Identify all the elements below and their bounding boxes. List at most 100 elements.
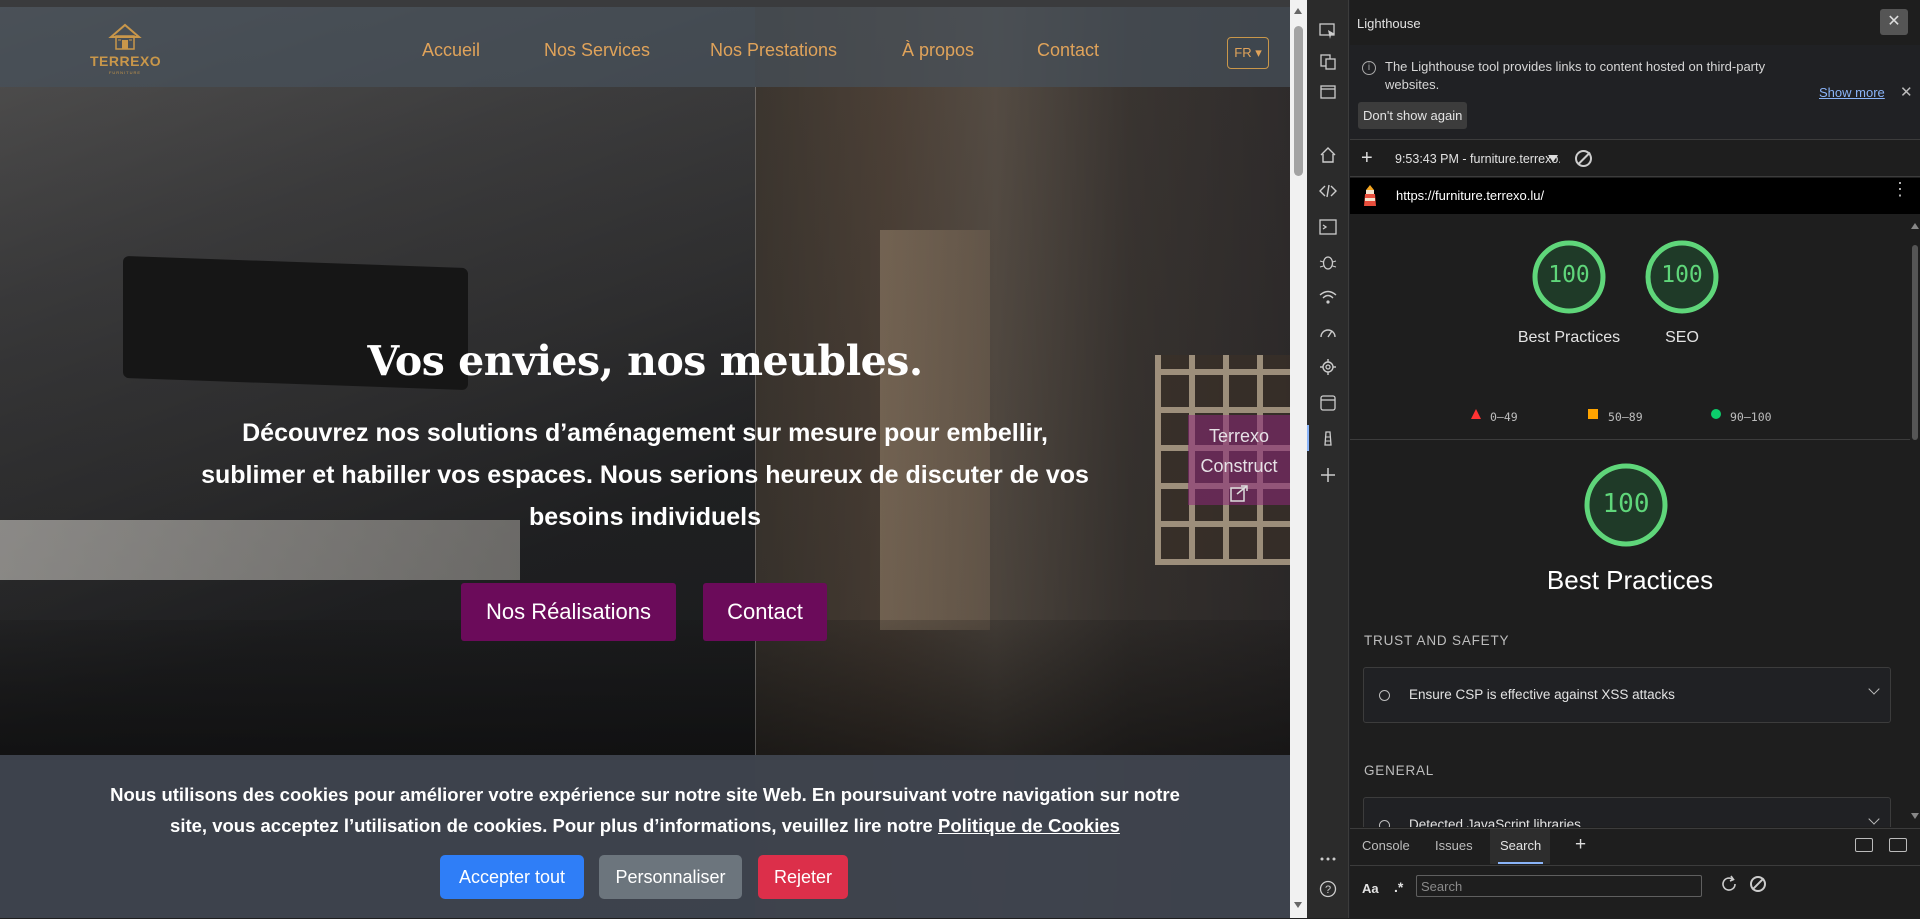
close-panel-button[interactable]: ✕ xyxy=(1880,9,1908,35)
clear-reports-icon[interactable] xyxy=(1575,150,1592,167)
customize-button[interactable]: Personnaliser xyxy=(599,855,742,899)
tag-line-2: Construct xyxy=(1200,456,1278,476)
nav-a-propos[interactable]: À propos xyxy=(902,40,974,61)
hero-floor xyxy=(0,620,1290,760)
report-url[interactable]: https://furniture.terrexo.lu/ xyxy=(1396,188,1544,203)
group-general: GENERAL xyxy=(1364,763,1435,778)
pass-circle-icon xyxy=(1711,409,1721,419)
accept-all-button[interactable]: Accepter tout xyxy=(440,855,584,899)
dock-drawer-icon[interactable] xyxy=(1855,838,1873,852)
score-value-seo: 100 xyxy=(1661,262,1703,288)
realisations-button[interactable]: Nos Réalisations xyxy=(461,583,676,641)
logo[interactable]: TERREXO FURNITURE xyxy=(90,21,162,75)
regex-icon[interactable]: .* xyxy=(1394,879,1403,895)
new-report-icon[interactable]: + xyxy=(1361,147,1373,170)
audit-csp[interactable]: Ensure CSP is effective against XSS atta… xyxy=(1363,667,1891,723)
application-icon[interactable] xyxy=(1319,394,1337,412)
lighthouse-icon[interactable] xyxy=(1319,429,1337,447)
report-select[interactable]: 9:53:43 PM - furniture.terrexo.lu xyxy=(1388,147,1560,171)
nav-prestations[interactable]: Nos Prestations xyxy=(710,40,837,61)
report-toolbar: + 9:53:43 PM - furniture.terrexo.lu xyxy=(1350,141,1920,177)
scroll-up-arrow-icon[interactable] xyxy=(1294,8,1302,14)
browser-top-strip xyxy=(0,0,1290,7)
active-tab-underline xyxy=(1498,862,1543,864)
panel-title: Lighthouse xyxy=(1357,16,1421,31)
home-icon[interactable] xyxy=(1319,146,1337,164)
settings-gear-icon[interactable] xyxy=(1319,358,1337,376)
page-scrollbar[interactable] xyxy=(1290,0,1307,918)
nav-services[interactable]: Nos Services xyxy=(544,40,650,61)
audit-status-icon xyxy=(1379,820,1390,827)
device-emulation-icon[interactable] xyxy=(1319,53,1337,71)
info-text: The Lighthouse tool provides links to co… xyxy=(1385,59,1766,92)
cookie-policy-link[interactable]: Politique de Cookies xyxy=(938,815,1120,836)
tab-search[interactable]: Search xyxy=(1500,838,1541,853)
report-scrollbar-thumb[interactable] xyxy=(1912,245,1918,440)
chevron-down-icon[interactable] xyxy=(1868,683,1880,695)
hero-title: Vos envies, nos meubles. xyxy=(367,337,923,385)
cookie-banner: Nous utilisons des cookies pour améliore… xyxy=(0,755,1290,918)
nav-contact[interactable]: Contact xyxy=(1037,40,1099,61)
info-bar: i The Lighthouse tool provides links to … xyxy=(1350,45,1920,140)
terrexo-construct-tag[interactable]: Terrexo Construct xyxy=(1188,415,1290,505)
browser-window-icon[interactable] xyxy=(1319,83,1337,101)
inspect-icon[interactable] xyxy=(1319,22,1337,40)
chevron-down-icon[interactable] xyxy=(1868,813,1880,825)
panel-header: Lighthouse ✕ xyxy=(1350,0,1920,45)
logo-text: TERREXO xyxy=(90,53,162,69)
legend-average: 50–89 xyxy=(1608,410,1643,424)
add-drawer-tab-icon[interactable]: + xyxy=(1575,834,1586,856)
bug-icon[interactable] xyxy=(1319,253,1337,271)
scroll-down-arrow-icon[interactable] xyxy=(1911,813,1919,819)
audit-js-libraries[interactable]: Detected JavaScript libraries xyxy=(1363,797,1891,827)
category-score-value: 100 xyxy=(1602,489,1650,519)
more-tools-icon[interactable] xyxy=(1319,850,1337,868)
lighthouse-panel: Lighthouse ✕ i The Lighthouse tool provi… xyxy=(1350,0,1920,918)
match-case-icon[interactable]: Aa xyxy=(1362,881,1379,896)
lighthouse-logo-icon xyxy=(1364,185,1376,206)
svg-text:?: ? xyxy=(1325,884,1331,896)
nav-accueil[interactable]: Accueil xyxy=(422,40,480,61)
chevron-down-icon[interactable] xyxy=(1548,155,1558,162)
audit-js-title: Detected JavaScript libraries xyxy=(1409,817,1581,827)
tab-console[interactable]: Console xyxy=(1362,838,1410,853)
dont-show-again-button[interactable]: Don't show again xyxy=(1358,102,1468,129)
audit-csp-title: Ensure CSP is effective against XSS atta… xyxy=(1409,687,1675,702)
more-options-icon[interactable]: ⋮ xyxy=(1891,180,1909,198)
network-icon[interactable] xyxy=(1319,288,1337,306)
tab-issues[interactable]: Issues xyxy=(1435,838,1473,853)
logo-subtext: FURNITURE xyxy=(108,70,142,75)
devtools-activity-bar: ? xyxy=(1307,0,1349,918)
audit-status-icon xyxy=(1379,690,1390,701)
scroll-down-arrow-icon[interactable] xyxy=(1294,902,1302,908)
legend-pass: 90–100 xyxy=(1730,410,1772,424)
report-scrollbar[interactable] xyxy=(1910,215,1920,827)
page-scrollbar-thumb[interactable] xyxy=(1294,26,1303,176)
dismiss-info-icon[interactable]: ✕ xyxy=(1900,83,1913,101)
report-url-bar: https://furniture.terrexo.lu/ ⋮ xyxy=(1350,178,1920,214)
score-label-seo: SEO xyxy=(1665,329,1699,346)
lighthouse-report: 100 Best Practices 100 SEO 0–49 50–89 90… xyxy=(1350,215,1910,827)
contact-button[interactable]: Contact xyxy=(703,583,827,641)
average-square-icon xyxy=(1588,409,1598,419)
reject-button[interactable]: Rejeter xyxy=(758,855,848,899)
language-dropdown[interactable]: FR ▾ xyxy=(1227,37,1269,69)
add-tool-icon[interactable] xyxy=(1319,466,1337,484)
search-input[interactable] xyxy=(1416,875,1702,897)
refresh-icon[interactable] xyxy=(1720,875,1738,893)
external-link-icon xyxy=(1230,485,1248,502)
hero-subtitle: Découvrez nos solutions d’aménagement su… xyxy=(201,419,1089,531)
devtools: ? Lighthouse ✕ i The Lighthouse tool pro… xyxy=(1307,0,1920,918)
show-more-link[interactable]: Show more xyxy=(1819,85,1885,100)
scroll-up-arrow-icon[interactable] xyxy=(1911,223,1919,229)
console-icon[interactable] xyxy=(1319,218,1337,236)
devtools-drawer: Console Issues Search + Aa .* xyxy=(1350,828,1920,918)
drawer-layout-icon[interactable] xyxy=(1889,838,1907,852)
divider xyxy=(1350,439,1910,440)
performance-icon[interactable] xyxy=(1319,323,1337,341)
house-icon xyxy=(108,23,142,50)
elements-icon[interactable] xyxy=(1319,182,1337,200)
tag-line-1: Terrexo xyxy=(1208,426,1270,446)
help-icon[interactable]: ? xyxy=(1319,880,1337,898)
clear-search-icon[interactable] xyxy=(1750,876,1766,892)
